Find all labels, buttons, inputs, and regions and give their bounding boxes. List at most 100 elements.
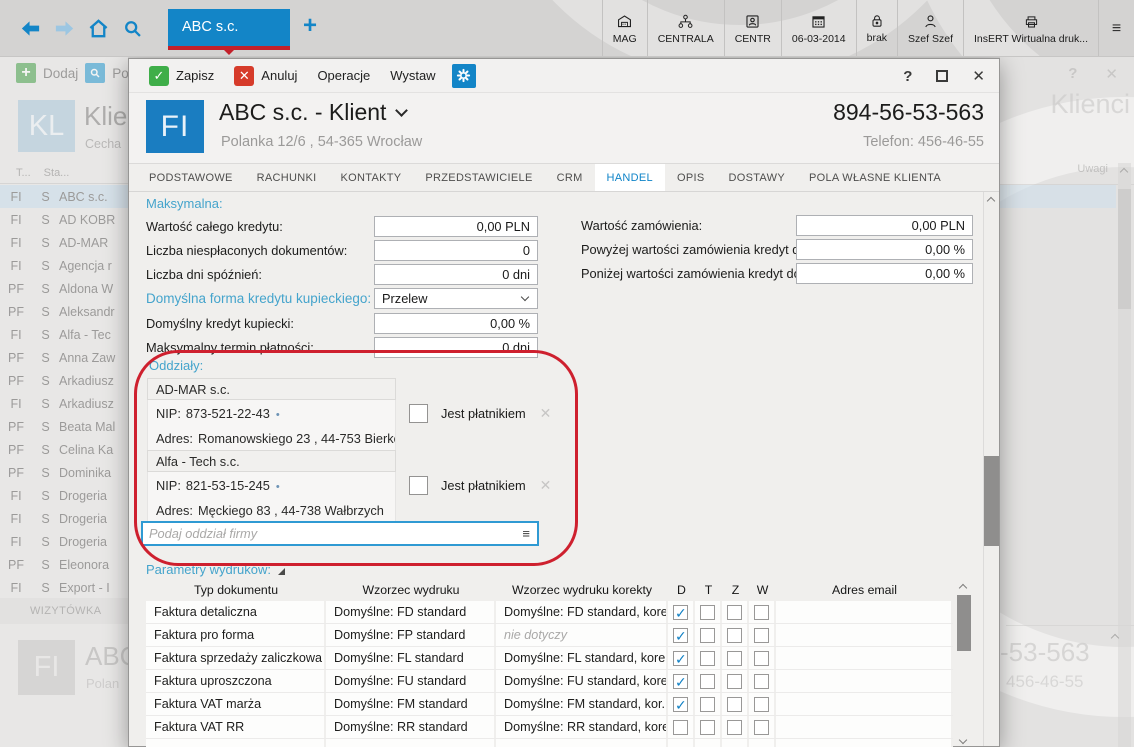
default-credit-field[interactable]: 0,00 % [374, 313, 538, 334]
checkbox-t[interactable] [700, 651, 715, 666]
table-row[interactable]: Faktura sprzedaży zaliczkowa Domyślne: F… [146, 647, 953, 670]
checkbox-d[interactable] [673, 628, 688, 643]
client-row[interactable]: FISArkadiusz [0, 392, 128, 415]
client-row[interactable]: PFSBeata Mal [0, 415, 128, 438]
table-row[interactable]: Faktura VAT RR Domyślne: RR standard Dom… [146, 716, 953, 739]
client-row[interactable]: FISAD KOBR [0, 208, 128, 231]
save-button[interactable]: ✓ Zapisz [139, 59, 224, 92]
checkbox-w[interactable] [754, 605, 769, 620]
col-z[interactable]: Z [722, 583, 749, 597]
tab-crm[interactable]: CRM [545, 164, 595, 191]
client-row[interactable]: FISExport - I [0, 576, 128, 599]
branch-name[interactable]: AD-MAR s.c. [147, 378, 396, 400]
field-label-link[interactable]: Domyślna forma kredytu kupieckiego: [146, 288, 371, 309]
section-parametry-wydrukow[interactable]: Parametry wydruków: [146, 562, 285, 577]
scrollbar-thumb[interactable] [1118, 189, 1131, 309]
status-branch[interactable]: CENTRALA [647, 0, 724, 57]
checkbox-z[interactable] [727, 605, 742, 620]
new-tab-button[interactable]: + [303, 12, 317, 40]
checkbox-z[interactable] [727, 720, 742, 735]
col-email[interactable]: Adres email [776, 583, 953, 597]
add-client-button[interactable]: + [16, 63, 36, 83]
tab-opis[interactable]: OPIS [665, 164, 717, 191]
menu-button[interactable]: ≡ [1098, 0, 1134, 57]
show-search-button[interactable] [85, 63, 105, 83]
column-status[interactable]: Sta... [44, 167, 70, 179]
scroll-up-icon[interactable] [959, 584, 967, 592]
credit-form-select[interactable]: Przelew [374, 288, 538, 309]
checkbox-t[interactable] [700, 674, 715, 689]
client-row[interactable]: FISABC s.c. [0, 185, 128, 208]
client-row[interactable]: PFSCelina Ka [0, 438, 128, 461]
col-correction-template[interactable]: Wzorzec wydruku korekty [496, 583, 668, 597]
client-row[interactable]: FISDrogeria [0, 530, 128, 553]
table-row[interactable]: Faktura uproszczona Domyślne: FU standar… [146, 670, 953, 693]
tab-kontakty[interactable]: KONTAKTY [329, 164, 414, 191]
column-notes[interactable]: Uwagi [1077, 163, 1108, 175]
remove-branch-icon[interactable]: ✕ [540, 477, 552, 494]
max-payment-term-field[interactable]: 0 dni [374, 337, 538, 358]
client-row[interactable]: PFSAleksandr [0, 300, 128, 323]
scroll-down-icon[interactable] [959, 736, 967, 744]
table-row[interactable]: Faktura VAT marża Domyślne: FM standard … [146, 693, 953, 716]
status-user[interactable]: Szef Szef [897, 0, 963, 57]
client-row[interactable]: FISAgencja r [0, 254, 128, 277]
col-w[interactable]: W [749, 583, 776, 597]
checkbox-d[interactable] [673, 651, 688, 666]
table-scrollbar[interactable] [956, 581, 972, 746]
checkbox-w[interactable] [754, 674, 769, 689]
credit-total-field[interactable]: 0,00 PLN [374, 216, 538, 237]
list-menu-icon[interactable]: ≡ [515, 526, 537, 541]
checkbox-t[interactable] [700, 628, 715, 643]
help-icon[interactable]: ? [1068, 65, 1077, 83]
checkbox-t[interactable] [700, 720, 715, 735]
tab-business-card[interactable]: WIZYTÓWKA [30, 605, 101, 617]
client-row[interactable]: PFSDominika [0, 461, 128, 484]
client-row[interactable]: FISDrogeria [0, 507, 128, 530]
tab-dostawy[interactable]: DOSTAWY [716, 164, 797, 191]
forward-button[interactable] [50, 14, 78, 42]
col-template[interactable]: Wzorzec wydruku [326, 583, 496, 597]
scrollbar-thumb[interactable] [984, 456, 999, 546]
status-printer[interactable]: InsERT Wirtualna druk... [963, 0, 1098, 57]
client-row[interactable]: PFSAldona W [0, 277, 128, 300]
status-date[interactable]: 06-03-2014 [781, 0, 856, 57]
operations-menu[interactable]: Operacje [307, 59, 380, 92]
home-button[interactable] [84, 14, 112, 42]
status-warehouse[interactable]: MAG [602, 0, 647, 57]
order-value-field[interactable]: 0,00 PLN [796, 215, 973, 236]
issue-menu[interactable]: Wystaw [380, 59, 445, 92]
tab-handel[interactable]: HANDEL [595, 164, 665, 191]
client-row[interactable]: FISAlfa - Tec [0, 323, 128, 346]
cancel-button[interactable]: ✕ Anuluj [224, 59, 307, 92]
checkbox-w[interactable] [754, 697, 769, 712]
status-branch-office[interactable]: CENTR [724, 0, 781, 57]
dialog-scrollbar[interactable] [983, 192, 999, 746]
help-button[interactable]: ? [903, 68, 912, 85]
client-row[interactable]: PFSArkadiusz [0, 369, 128, 392]
status-lock[interactable]: brak [856, 0, 897, 57]
checkbox-t[interactable] [700, 697, 715, 712]
delay-days-field[interactable]: 0 dni [374, 264, 538, 285]
tab-przedstawiciele[interactable]: PRZEDSTAWICIELE [413, 164, 544, 191]
checkbox-z[interactable] [727, 674, 742, 689]
scrollbar-thumb[interactable] [957, 595, 971, 651]
checkbox-d[interactable] [673, 720, 688, 735]
checkbox-d[interactable] [673, 605, 688, 620]
client-row[interactable]: PFSEleonora [0, 553, 128, 576]
checkbox-d[interactable] [673, 697, 688, 712]
checkbox-t[interactable] [700, 605, 715, 620]
table-row[interactable]: Faktura detaliczna Domyślne: FD standard… [146, 601, 953, 624]
close-button[interactable]: ✕ [972, 67, 985, 85]
tab-pola-wlasne[interactable]: POLA WŁASNE KLIENTA [797, 164, 953, 191]
open-document-tab[interactable]: ABC s.c. [168, 9, 290, 50]
client-row[interactable]: FISAD-MAR [0, 231, 128, 254]
checkbox-z[interactable] [727, 697, 742, 712]
settings-gear-button[interactable] [452, 64, 476, 88]
branch-input[interactable] [143, 523, 515, 544]
tab-podstawowe[interactable]: PODSTAWOWE [137, 164, 245, 191]
checkbox-z[interactable] [727, 651, 742, 666]
is-payer-checkbox[interactable] [409, 404, 428, 423]
client-row[interactable]: PFSAnna Zaw [0, 346, 128, 369]
col-d[interactable]: D [668, 583, 695, 597]
